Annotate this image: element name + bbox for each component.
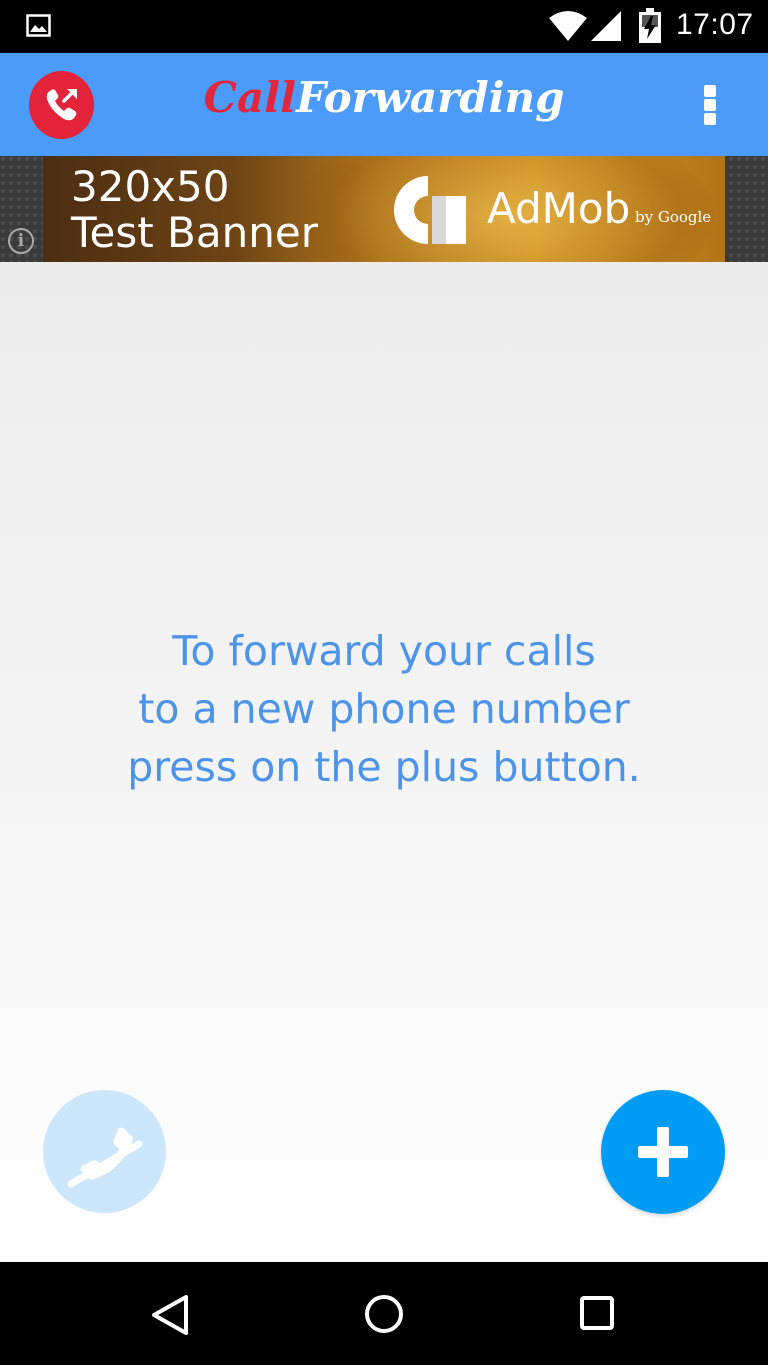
empty-state-hint: To forward your calls to a new phone num… xyxy=(0,622,768,796)
home-icon[interactable] xyxy=(364,1294,404,1334)
add-number-button[interactable] xyxy=(601,1090,725,1214)
ad-info-icon[interactable]: i xyxy=(8,228,34,254)
app-title-call: Call xyxy=(203,73,297,122)
hint-line: To forward your calls xyxy=(172,627,596,675)
cell-signal-icon xyxy=(591,11,621,41)
menu-dot xyxy=(704,85,716,97)
app-title: CallForwarding xyxy=(0,73,768,122)
menu-dot xyxy=(704,99,716,111)
ad-size-label: 320x50 xyxy=(71,162,230,211)
app-title-forwarding: Forwarding xyxy=(296,73,565,122)
wifi-icon xyxy=(549,11,587,41)
status-clock: 17:07 xyxy=(676,8,754,41)
hint-line: to a new phone number xyxy=(138,685,630,733)
admob-logo-icon xyxy=(393,176,466,244)
ad-by-google: by Google xyxy=(635,208,712,226)
ad-banner[interactable]: 320x50 Test Banner AdMob by Google xyxy=(43,156,725,262)
recents-icon[interactable] xyxy=(579,1295,615,1331)
cancel-forwarding-button[interactable] xyxy=(43,1090,166,1213)
phone-off-icon xyxy=(67,1127,142,1187)
app-bar: CallForwarding xyxy=(0,53,768,156)
ad-text: 320x50 Test Banner xyxy=(71,164,318,256)
ad-brand: AdMob xyxy=(487,184,631,233)
gallery-icon xyxy=(26,14,51,37)
battery-charging-icon xyxy=(639,8,661,43)
hint-line: press on the plus button. xyxy=(127,743,641,791)
plus-icon xyxy=(638,1127,688,1177)
menu-dot xyxy=(704,113,716,125)
main-content: To forward your calls to a new phone num… xyxy=(0,262,768,1262)
overflow-menu-icon[interactable] xyxy=(690,81,730,129)
back-icon[interactable] xyxy=(150,1294,190,1336)
ad-test-label: Test Banner xyxy=(71,208,318,257)
status-bar: 17:07 xyxy=(0,0,768,53)
navigation-bar xyxy=(0,1262,768,1365)
